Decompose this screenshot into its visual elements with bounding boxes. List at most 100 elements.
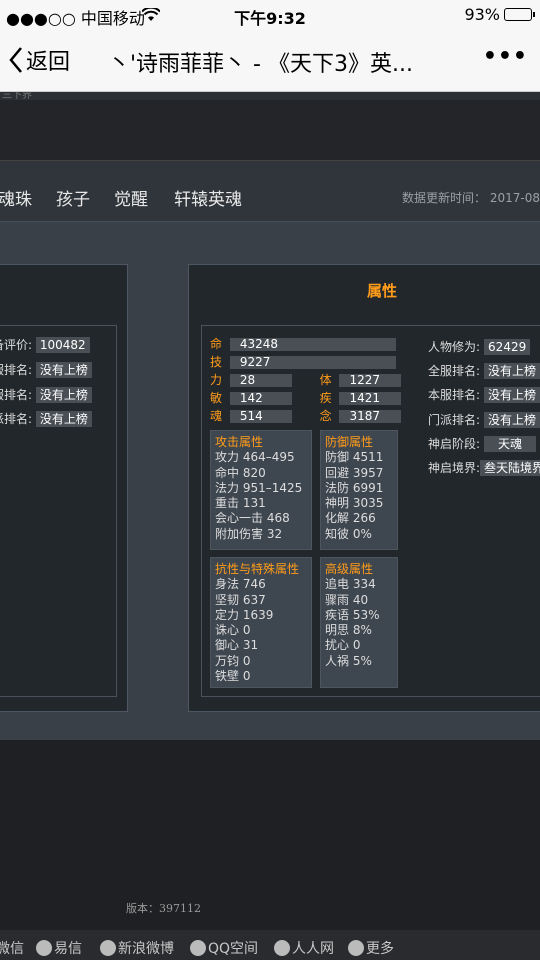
- advanced-attributes-box: 高级属性 追电 334 骤雨 40 疾语 53% 明思 8% 扰心 0 人祸 5…: [320, 557, 398, 688]
- share-yixin[interactable]: 易信: [36, 938, 82, 958]
- chevron-left-icon: [9, 47, 22, 73]
- stat-value: 43248: [229, 338, 396, 351]
- local-rank-row: 服排名: 没有上榜: [0, 386, 92, 403]
- back-button[interactable]: 返回: [8, 44, 70, 76]
- stat-value: 1227: [339, 374, 402, 387]
- weibo-icon: [100, 940, 116, 956]
- stat-value: 3187: [339, 410, 402, 423]
- share-qzone[interactable]: QQ空间: [190, 938, 258, 958]
- row-label: 本服排名:: [428, 388, 481, 402]
- advanced-line: 明思 8%: [325, 623, 372, 638]
- stat-value: 9227: [229, 356, 396, 369]
- advanced-attributes-head: 高级属性: [325, 562, 374, 576]
- page-title: 丶'诗雨菲菲丶 - 《天下3》英...: [108, 52, 413, 77]
- row-value: 100482: [35, 337, 90, 353]
- share-wechat[interactable]: 微信: [0, 938, 24, 958]
- resist-attributes-head: 抗性与特殊属性: [215, 562, 300, 576]
- resist-line: 定力 1639: [215, 607, 274, 622]
- defense-line: 回避 3957: [325, 465, 384, 480]
- back-label: 返回: [26, 50, 71, 75]
- row-label: 神启阶段:: [428, 437, 481, 451]
- resist-line: 御心 31: [215, 638, 259, 653]
- resist-line: 万钧 0: [215, 653, 251, 668]
- share-label: 新浪微博: [118, 941, 174, 957]
- defense-line: 防御 4511: [325, 450, 384, 465]
- battery-indicator: 93%: [464, 5, 535, 24]
- defense-line: 神明 3035: [325, 496, 384, 511]
- row-label: 神启境界:: [428, 461, 481, 475]
- server-rank-row: 服排名: 没有上榜: [0, 361, 92, 378]
- share-label: QQ空间: [208, 941, 259, 957]
- row-label: 服排名:: [0, 363, 33, 377]
- version-label: 版本：397112: [126, 902, 201, 915]
- top-strip: 三下界: [0, 92, 540, 100]
- row-value: 叁天陆境界: [480, 460, 540, 476]
- more-menu-button[interactable]: •••: [483, 44, 528, 69]
- equipment-panel: 备评价: 100482 服排名: 没有上榜 服排名: 没有上榜 派排名: 没有上…: [0, 264, 128, 712]
- plus-icon: [348, 940, 364, 956]
- stat-key: 疾: [319, 391, 332, 405]
- defense-line: 化解 266: [325, 511, 376, 526]
- advanced-line: 疾语 53%: [325, 607, 380, 622]
- row-value: 没有上榜: [484, 412, 540, 428]
- share-label: 微信: [0, 941, 24, 957]
- row-value: 没有上榜: [484, 387, 540, 403]
- tab-child[interactable]: 孩子: [56, 185, 90, 210]
- yixin-icon: [36, 940, 52, 956]
- resist-line: 身法 746: [215, 577, 266, 592]
- attack-attributes-box: 攻击属性 攻力 464–495 命中 820 法力 951–1425 重击 13…: [210, 430, 312, 550]
- stat-key: 念: [319, 409, 332, 423]
- nav-bar: 返回 丶'诗雨菲菲丶 - 《天下3》英... •••: [0, 30, 540, 92]
- attack-line: 附加伤害 32: [215, 526, 283, 541]
- renren-icon: [274, 940, 290, 956]
- divine-realm-row: 神启境界: 叁天陆境界: [428, 459, 540, 476]
- share-label: 人人网: [292, 941, 334, 957]
- resist-line: 诛心 0: [215, 623, 251, 638]
- attack-line: 重击 131: [215, 496, 266, 511]
- all-server-rank-row: 全服排名: 没有上榜: [428, 362, 540, 379]
- row-label: 服排名:: [0, 388, 33, 402]
- defense-line: 知彼 0%: [325, 526, 372, 541]
- stat-key: 体: [319, 373, 332, 387]
- stat-value: 28: [229, 374, 292, 387]
- attack-line: 攻力 464–495: [215, 450, 295, 465]
- share-more[interactable]: 更多: [348, 938, 394, 958]
- attack-line: 会心一击 468: [215, 511, 290, 526]
- defense-attributes-head: 防御属性: [325, 435, 374, 449]
- tab-awaken[interactable]: 觉醒: [114, 185, 148, 210]
- defense-attributes-box: 防御属性 防御 4511 回避 3957 法防 6991 神明 3035 化解 …: [320, 430, 398, 550]
- stat-pair-row: 魂 514 念 3187: [210, 407, 402, 424]
- advanced-line: 骤雨 40: [325, 592, 369, 607]
- qzone-icon: [190, 940, 206, 956]
- tab-soul-bead[interactable]: 魂珠: [0, 185, 32, 210]
- resist-line: 坚韧 637: [215, 592, 266, 607]
- equipment-info-box: 备评价: 100482 服排名: 没有上榜 服排名: 没有上榜 派排名: 没有上…: [0, 325, 117, 697]
- stat-key: 魂: [210, 409, 223, 423]
- faction-rank-row: 门派排名: 没有上榜: [428, 411, 540, 428]
- stat-value: 142: [229, 392, 292, 405]
- share-weibo[interactable]: 新浪微博: [100, 938, 174, 958]
- attributes-panel: 属性 命 43248 技 9227 力 28 体 1227 敏 142 疾 14…: [188, 264, 540, 712]
- row-value: 62429: [484, 339, 531, 355]
- row-value: 天魂: [484, 436, 537, 452]
- tab-xuanyuan-soul[interactable]: 轩辕英魂: [174, 185, 242, 210]
- stat-hp-row: 命 43248: [210, 335, 396, 352]
- share-label: 更多: [366, 941, 394, 957]
- update-time: 数据更新时间： 2017-08: [402, 191, 540, 205]
- web-content: 三下界 魂珠 孩子 觉醒 轩辕英魂 数据更新时间： 2017-08 备评价: 1…: [0, 92, 540, 930]
- cultivation-row: 人物修为: 62429: [428, 338, 531, 355]
- stat-key: 命: [210, 337, 223, 351]
- row-value: 没有上榜: [35, 411, 92, 427]
- footer-band: [0, 740, 540, 930]
- clock: 下午9:32: [234, 9, 306, 28]
- battery-percent: 93%: [464, 5, 500, 24]
- attack-line: 命中 820: [215, 465, 266, 480]
- stat-pair-row: 力 28 体 1227: [210, 371, 402, 388]
- attack-attributes-head: 攻击属性: [215, 435, 264, 449]
- share-renren[interactable]: 人人网: [274, 938, 334, 958]
- status-bar: ●●●○○ 中国移动 下午9:32 93%: [0, 0, 540, 30]
- stat-key: 力: [210, 373, 223, 387]
- divine-stage-row: 神启阶段: 天魂: [428, 435, 537, 452]
- stat-value: 1421: [339, 392, 402, 405]
- battery-icon: [504, 8, 535, 21]
